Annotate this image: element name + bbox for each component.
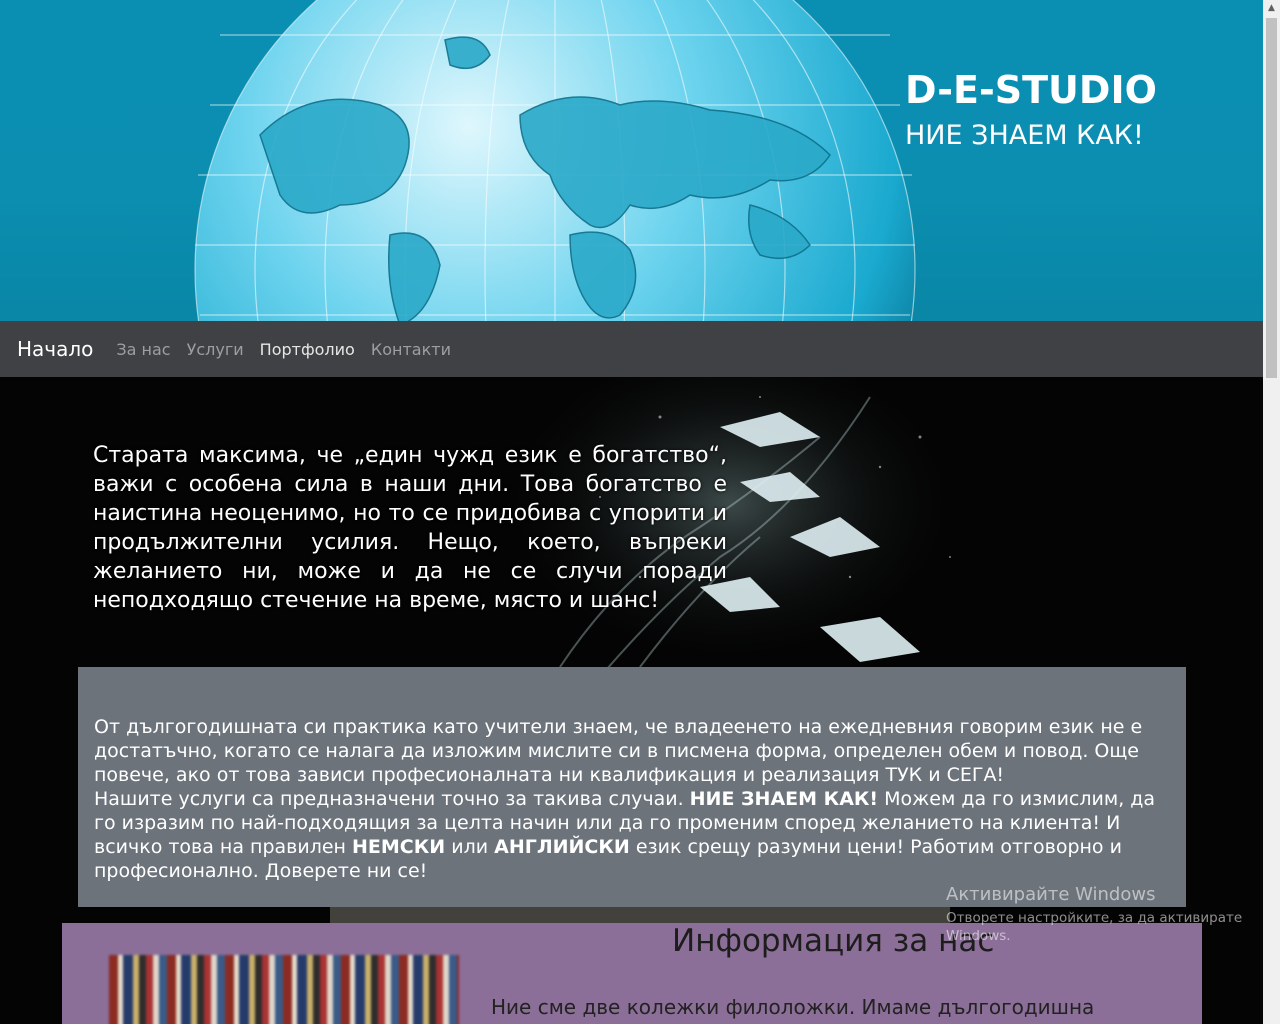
scrollbar-thumb[interactable] xyxy=(1266,18,1277,378)
site-header: D-E-STUDIO НИЕ ЗНАЕМ КАК! xyxy=(0,0,1263,321)
intro-paragraph-1: От дългогодишната си практика като учите… xyxy=(94,716,1143,786)
intro-paragraph-2: Нашите услуги са предназначени точно за … xyxy=(94,788,1156,882)
scroll-up-icon[interactable]: ▲ xyxy=(1263,0,1280,17)
about-text: Ние сме две колежки филоложки. Имаме дъл… xyxy=(491,995,1095,1019)
windows-activation-watermark: Активирайте Windows Отворете настройките… xyxy=(946,884,1280,945)
watermark-title: Активирайте Windows xyxy=(946,884,1156,905)
nav-link-about[interactable]: За нас xyxy=(116,340,170,359)
globe-image xyxy=(190,0,920,321)
site-tagline: НИЕ ЗНАЕМ КАК! xyxy=(905,120,1144,151)
main-navbar: Начало За нас Услуги Портфолио Контакти xyxy=(0,321,1263,377)
nav-link-portfolio[interactable]: Портфолио xyxy=(260,340,355,359)
hero-quote: Старата максима, че „един чужд език е бо… xyxy=(93,443,727,613)
site-title: D-E-STUDIO xyxy=(905,68,1157,112)
nav-link-contacts[interactable]: Контакти xyxy=(371,340,451,359)
vertical-scrollbar[interactable]: ▲ xyxy=(1263,0,1280,1024)
intro-panel: От дългогодишната си практика като учите… xyxy=(78,667,1186,907)
watermark-text: Отворете настройките, за да активирате W… xyxy=(946,910,1243,944)
nav-link-services[interactable]: Услуги xyxy=(187,340,244,359)
brand-block: D-E-STUDIO НИЕ ЗНАЕМ КАК! xyxy=(905,68,1165,151)
bookshelf-image xyxy=(109,955,459,1024)
nav-home-link[interactable]: Начало xyxy=(17,337,93,361)
